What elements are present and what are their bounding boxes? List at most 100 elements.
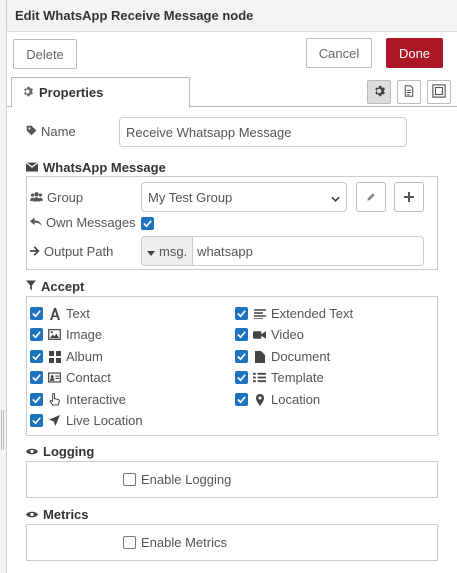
accept-item-contact: Contact: [30, 370, 111, 385]
group-label-wrap: Group: [30, 190, 83, 205]
tab-properties-label: Properties: [39, 85, 104, 100]
output-path-label: Output Path: [44, 244, 114, 259]
own-messages-checkbox[interactable]: [141, 217, 154, 230]
accept-item-extended-text: Extended Text: [235, 306, 353, 321]
tab-description-button[interactable]: [397, 80, 421, 104]
arrow-right-icon: [30, 244, 40, 259]
gear-icon: [373, 85, 385, 100]
align-left-icon: [253, 307, 266, 320]
accept-checkbox[interactable]: [30, 328, 43, 341]
delete-button[interactable]: Delete: [13, 39, 77, 69]
done-button[interactable]: Done: [386, 38, 443, 68]
name-label-wrap: Name: [26, 124, 76, 139]
accept-item-image: Image: [30, 327, 102, 342]
accept-item-template: Template: [235, 370, 324, 385]
object-group-icon: [432, 83, 446, 101]
address-card-icon: [48, 371, 61, 384]
resize-handle[interactable]: [1, 410, 4, 450]
enable-logging-label: Enable Logging: [141, 472, 232, 487]
eye-icon: [26, 444, 38, 459]
tab-appearance-button[interactable]: [427, 80, 451, 104]
caret-down-icon: [147, 244, 155, 259]
accept-checkbox[interactable]: [235, 328, 248, 341]
location-arrow-icon: [48, 414, 61, 427]
accept-item-video: Video: [235, 327, 304, 342]
envelope-icon: [25, 160, 39, 175]
hand-pointer-icon: [48, 393, 61, 406]
accept-item-label: Interactive: [66, 392, 126, 407]
video-camera-icon: [253, 328, 266, 341]
gear-icon: [22, 85, 33, 100]
output-path-value: whatsapp: [197, 243, 253, 259]
tag-icon: [26, 124, 37, 139]
accept-section-title: Accept: [26, 279, 84, 294]
output-path-input[interactable]: msg. whatsapp: [141, 236, 424, 266]
accept-item-label: Template: [271, 370, 324, 385]
accept-item-interactive: Interactive: [30, 392, 126, 407]
own-messages-label-wrap: Own Messages: [30, 215, 136, 230]
enable-logging-checkbox[interactable]: [123, 473, 136, 486]
tab-properties[interactable]: Properties: [11, 77, 190, 108]
accept-item-label: Video: [271, 327, 305, 342]
accept-item-location: Location: [235, 392, 320, 407]
accept-item-label: Text: [66, 306, 90, 321]
whatsapp-section-label: WhatsApp Message: [43, 160, 166, 175]
accept-item-label: Document: [271, 349, 331, 364]
accept-checkbox[interactable]: [30, 350, 43, 363]
accept-item-label: Extended Text: [271, 306, 354, 321]
enable-metrics-row: Enable Metrics: [123, 535, 227, 550]
accept-checkbox[interactable]: [235, 371, 248, 384]
accept-item-label: Album: [66, 349, 103, 364]
own-messages-label: Own Messages: [46, 215, 136, 230]
accept-checkbox[interactable]: [30, 414, 43, 427]
file-text-icon: [403, 84, 415, 100]
accept-checkbox[interactable]: [235, 307, 248, 320]
image-icon: [48, 328, 61, 341]
tab-bar: Properties: [7, 77, 457, 108]
logging-section-label: Logging: [43, 444, 95, 459]
logging-section-title: Logging: [26, 444, 94, 459]
accept-checkbox[interactable]: [30, 371, 43, 384]
output-path-label-wrap: Output Path: [30, 244, 113, 259]
name-input[interactable]: Receive Whatsapp Message: [119, 117, 407, 147]
accept-item-label: Location: [271, 392, 321, 407]
tab-settings-button[interactable]: [367, 80, 391, 104]
edit-tray: Edit WhatsApp Receive Message node Delet…: [6, 0, 457, 573]
map-marker-icon: [253, 393, 266, 406]
enable-logging-row: Enable Logging: [123, 472, 231, 487]
accept-section-label: Accept: [41, 279, 85, 294]
group-label: Group: [47, 190, 84, 205]
accept-checkbox[interactable]: [235, 350, 248, 363]
th-large-icon: [48, 350, 61, 363]
whatsapp-section-title: WhatsApp Message: [25, 160, 166, 175]
metrics-section-label: Metrics: [43, 507, 89, 522]
users-icon: [30, 190, 43, 205]
accept-item-text: Text: [30, 306, 90, 321]
enable-metrics-checkbox[interactable]: [123, 536, 136, 549]
file-icon: [253, 350, 266, 363]
add-group-button[interactable]: [394, 182, 424, 212]
accept-item-live-location: Live Location: [30, 413, 143, 428]
accept-item-label: Live Location: [66, 413, 143, 428]
tray-title: Edit WhatsApp Receive Message node: [7, 0, 457, 32]
accept-checkbox[interactable]: [235, 393, 248, 406]
enable-metrics-label: Enable Metrics: [141, 535, 227, 550]
output-type-selector[interactable]: msg.: [142, 237, 194, 265]
accept-item-label: Image: [66, 327, 103, 342]
eye-icon: [26, 507, 38, 522]
tray-toolbar: Delete Cancel Done: [7, 32, 457, 72]
font-icon: [48, 307, 61, 320]
edit-group-button[interactable]: [356, 182, 386, 212]
accept-checkbox[interactable]: [30, 307, 43, 320]
metrics-box: [26, 524, 438, 561]
pencil-icon: [366, 190, 376, 205]
metrics-section-title: Metrics: [26, 507, 89, 522]
filter-icon: [26, 279, 36, 294]
list-icon: [253, 371, 266, 384]
accept-checkbox[interactable]: [30, 393, 43, 406]
accept-item-document: Document: [235, 349, 330, 364]
plus-icon: [404, 190, 414, 205]
cancel-button[interactable]: Cancel: [306, 38, 372, 68]
chevron-down-icon: [331, 190, 340, 205]
group-select[interactable]: My Test Group: [141, 182, 347, 212]
